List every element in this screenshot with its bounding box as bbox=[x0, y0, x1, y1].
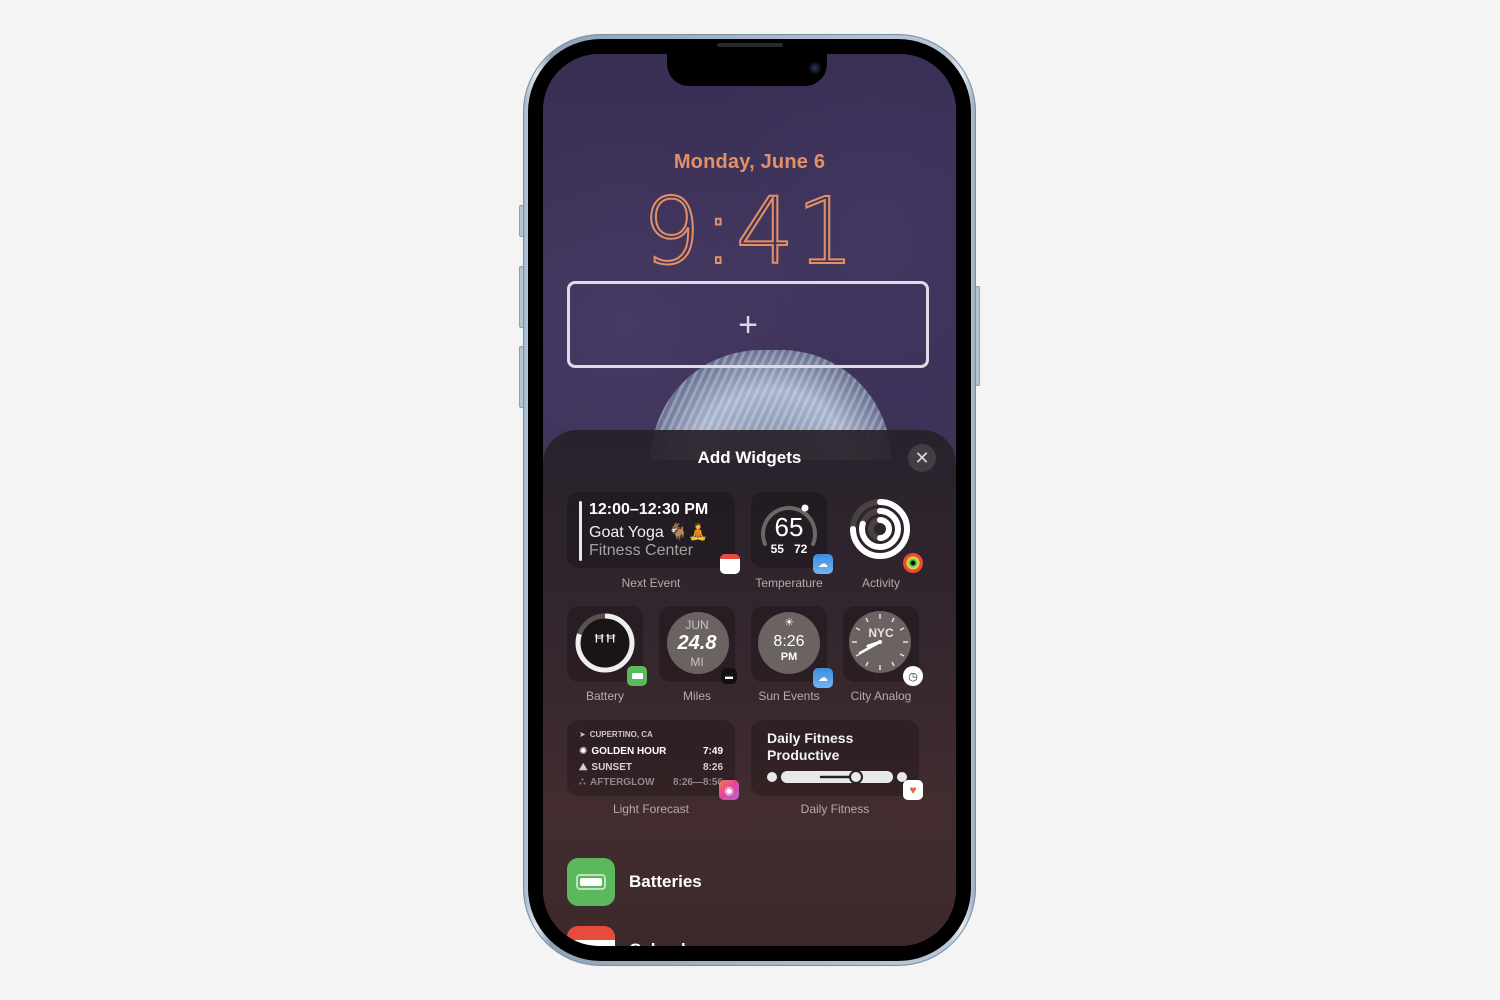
close-button[interactable]: ✕ bbox=[908, 444, 936, 472]
battery-app-icon bbox=[567, 858, 615, 906]
location-arrow-icon: ➤ bbox=[579, 730, 586, 739]
fitness-slider bbox=[767, 770, 907, 784]
widget-sun-events[interactable]: ☀ 8:26 PM ☁ bbox=[751, 606, 833, 688]
miles-value: 24.8 bbox=[677, 632, 717, 654]
miles-unit: MI bbox=[690, 655, 704, 669]
sun-icon: ✺ bbox=[579, 746, 588, 757]
front-camera bbox=[809, 62, 821, 74]
temperature-high: 72 bbox=[794, 542, 808, 556]
widget-city-analog[interactable]: NYC ◷ bbox=[843, 606, 923, 686]
battery-app-icon bbox=[627, 666, 647, 686]
event-title: Goat Yoga 🐐🧘 bbox=[589, 524, 709, 541]
temperature-current: 65 bbox=[774, 512, 804, 542]
event-color-bar bbox=[579, 501, 582, 561]
sunrise-icon: ☀ bbox=[784, 617, 794, 629]
widget-next-event[interactable]: 12:00–12:30 PM Goat Yoga 🐐🧘 Fitness Cent… bbox=[567, 492, 740, 574]
widget-label-activity: Activity bbox=[861, 576, 900, 590]
lock-time[interactable]: 9:41 bbox=[543, 181, 956, 283]
widget-label-city-analog: City Analog bbox=[850, 689, 912, 703]
widget-label-next-event: Next Event bbox=[621, 576, 681, 590]
fitness-rings-icon bbox=[903, 553, 923, 573]
app-list-item-calendar[interactable]: Calendar bbox=[567, 926, 702, 946]
event-time: 12:00–12:30 PM bbox=[589, 501, 709, 518]
airpods-icon: ꟸꟸ bbox=[593, 632, 617, 654]
miles-month: JUN bbox=[685, 618, 709, 632]
widget-daily-fitness[interactable]: Daily Fitness Productive ♥ bbox=[751, 720, 923, 800]
temperature-low: 55 bbox=[770, 542, 784, 556]
widget-battery[interactable]: ꟸꟸ bbox=[567, 606, 647, 686]
lock-date[interactable]: Monday, June 6 bbox=[543, 151, 956, 174]
widget-label-light-forecast: Light Forecast bbox=[612, 802, 690, 816]
calendar-app-icon bbox=[567, 926, 615, 946]
widget-temperature[interactable]: 65 55 72 ☁ bbox=[751, 492, 833, 574]
forecast-row: ∴ AFTERGLOW 8:26—8:56 bbox=[579, 777, 723, 788]
weather-icon: ☁ bbox=[813, 554, 833, 574]
widget-label-daily-fitness: Daily Fitness bbox=[800, 802, 870, 816]
notch bbox=[667, 54, 827, 86]
afterglow-icon: ∴ bbox=[579, 777, 586, 788]
earpiece-speaker bbox=[717, 43, 783, 47]
calendar-icon bbox=[720, 554, 740, 574]
sun-event-period: PM bbox=[780, 651, 798, 663]
forecast-row: ⛰ SUNSET 8:26 bbox=[579, 762, 723, 773]
app-name: Batteries bbox=[629, 872, 702, 891]
close-icon: ✕ bbox=[914, 447, 930, 468]
clock-icon: ◷ bbox=[903, 666, 923, 686]
widget-activity[interactable] bbox=[843, 492, 923, 573]
forecast-location: CUPERTINO, CA bbox=[589, 730, 653, 739]
light-forecast-app-icon: ◉ bbox=[719, 780, 739, 800]
add-widgets-sheet: Add Widgets ✕ 12:00–12:30 PM Goat Yoga 🐐… bbox=[543, 430, 956, 946]
heart-app-icon: ♥ bbox=[903, 780, 923, 800]
widget-miles[interactable]: JUN 24.8 MI ▬ bbox=[659, 606, 737, 684]
sheet-title: Add Widgets bbox=[697, 448, 802, 467]
forecast-row: ✺ GOLDEN HOUR 7:49 bbox=[579, 746, 723, 757]
widget-light-forecast[interactable]: ➤ CUPERTINO, CA ✺ GOLDEN HOUR 7:49 ⛰ SUNSET… bbox=[567, 720, 739, 800]
app-name: Calendar bbox=[629, 940, 702, 946]
plus-icon: + bbox=[738, 305, 758, 344]
sun-event-time: 8:26 bbox=[773, 633, 805, 650]
weather-icon: ☁ bbox=[813, 668, 833, 688]
event-location: Fitness Center bbox=[589, 542, 694, 559]
app-list-item-batteries[interactable]: Batteries bbox=[567, 858, 702, 906]
add-widget-slot[interactable]: + bbox=[567, 281, 929, 368]
lock-screen: Monday, June 6 9:41 + Add Widgets ✕ 12:0… bbox=[543, 54, 956, 946]
clock-city: NYC bbox=[868, 626, 894, 640]
activity-tracker-icon: ▬ bbox=[721, 668, 737, 684]
sunset-icon: ⛰ bbox=[579, 762, 588, 773]
